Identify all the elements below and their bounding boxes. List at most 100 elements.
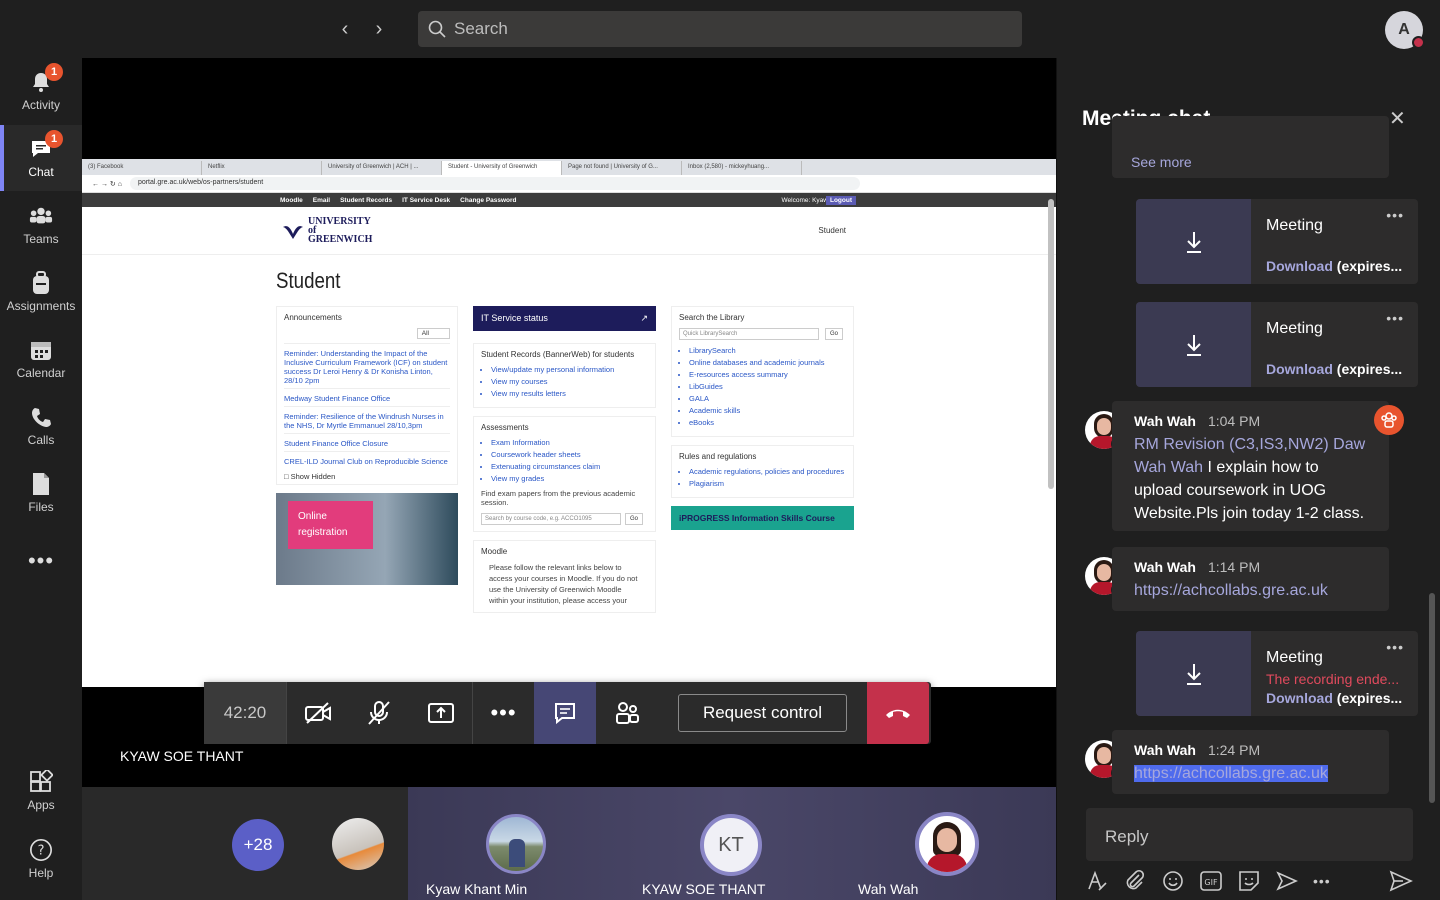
forward-button[interactable]: › (367, 16, 391, 42)
assessments-search-field: Search by course code, e.g. ACCO1095 (481, 513, 621, 525)
rail-label: Calendar (16, 365, 66, 380)
recording-card[interactable]: Meeting Download (expires... ••• (1136, 302, 1418, 387)
show-conversation-button[interactable] (534, 682, 596, 744)
show-hidden-label: Show Hidden (290, 472, 336, 481)
assessments-search: Search by course code, e.g. ACCO1095 Go (481, 513, 648, 525)
portal-menu-item: Email (312, 196, 331, 204)
browser-tabstrip: (3) Facebook Netflix University of Green… (82, 159, 1056, 175)
browser-tab: Inbox (2,580) - mickeyhuang... (682, 161, 802, 175)
rail-calendar[interactable]: Calendar (0, 326, 82, 392)
rail-label: Apps (27, 797, 55, 812)
message-time: 1:04 PM (1207, 413, 1261, 429)
request-control-button[interactable]: Request control (678, 694, 847, 732)
search-box[interactable]: Search (418, 11, 1022, 47)
chat-scrollbar[interactable] (1429, 593, 1435, 803)
message-header: Wah Wah 1:24 PM (1134, 742, 1369, 758)
rail-chat[interactable]: 1 Chat (0, 125, 82, 191)
rail-more[interactable]: ••• (0, 528, 82, 594)
attach-icon[interactable] (1123, 869, 1147, 893)
records-card: Student Records (BannerWeb) for students… (473, 343, 656, 408)
back-button[interactable]: ‹ (333, 16, 357, 42)
more-participants-button[interactable]: +28 (232, 819, 284, 871)
reply-input[interactable]: Reply (1086, 808, 1413, 861)
portal-menu-item: Moodle (280, 196, 303, 204)
library-link: Academic skills (689, 406, 846, 415)
rail-teams[interactable]: Teams (0, 192, 82, 258)
portal-menu-item: Change Password (460, 196, 517, 204)
rail-files[interactable]: Files (0, 460, 82, 526)
format-icon[interactable] (1085, 869, 1109, 893)
sticker-icon[interactable] (1237, 869, 1261, 893)
camera-off-button[interactable] (286, 682, 348, 744)
hang-up-icon (886, 709, 910, 718)
download-link[interactable]: Download (1266, 258, 1333, 274)
message-body: RM Revision (C3,IS3,NW2) Daw Wah Wah I e… (1134, 433, 1369, 525)
recording-expiry: (expires... (1336, 361, 1403, 377)
library-link: eBooks (689, 418, 846, 427)
hang-up-button[interactable] (867, 682, 929, 744)
recording-card[interactable]: Meeting The recording ende... Download (… (1136, 631, 1418, 716)
presenter-name: KYAW SOE THANT (120, 748, 244, 764)
recording-title: Meeting (1266, 217, 1323, 234)
announcement-link: Reminder: Resilience of the Windrush Nur… (284, 406, 450, 430)
rail-apps[interactable]: Apps (0, 758, 82, 824)
rail-label: Assignments (6, 298, 76, 313)
external-link-icon: ↗ (640, 313, 648, 323)
rules-title: Rules and regulations (679, 452, 757, 461)
chat-badge: 1 (45, 129, 63, 148)
send-icon[interactable] (1389, 870, 1413, 897)
recording-card[interactable]: Meeting Download (expires... ••• (1136, 199, 1418, 284)
rail-label: Chat (28, 164, 54, 179)
participant-name: KYAW SOE THANT (642, 881, 766, 897)
announcement-link: Reminder: Understanding the Impact of th… (284, 343, 450, 385)
message-author: Wah Wah (1134, 559, 1196, 575)
announcements-filter-value: All (416, 328, 450, 339)
more-options-icon[interactable]: ••• (1386, 310, 1404, 326)
message-link[interactable]: https://achcollabs.gre.ac.uk (1134, 579, 1369, 602)
recording-download-row: Download (expires... (1266, 690, 1402, 706)
show-participants-button[interactable] (596, 682, 658, 744)
message-link[interactable]: https://achcollabs.gre.ac.uk (1134, 765, 1328, 782)
rail-calls[interactable]: Calls (0, 393, 82, 459)
library-title: Search the Library (679, 313, 745, 322)
more-options-icon[interactable]: ••• (1386, 639, 1404, 655)
close-icon[interactable]: ✕ (1389, 106, 1406, 131)
praise-icon[interactable] (1275, 869, 1299, 893)
mic-off-button[interactable] (348, 682, 410, 744)
rail-help[interactable]: ? Help (0, 826, 82, 892)
assessments-text: Find exam papers from the previous acade… (481, 489, 636, 507)
participant-avatar (332, 818, 384, 870)
see-more-link[interactable]: See more (1131, 154, 1192, 170)
records-link: View my results letters (491, 389, 648, 398)
university-logo: UNIVERSITY of GREENWICH (282, 217, 378, 245)
announcements-title: Announcements (284, 313, 342, 322)
more-icon[interactable]: ••• (1313, 873, 1331, 889)
more-options-icon[interactable]: ••• (1386, 207, 1404, 223)
emoji-icon[interactable] (1161, 869, 1185, 893)
svg-text:GIF: GIF (1204, 878, 1218, 887)
assessments-card: Assessments Exam Information Coursework … (473, 416, 656, 532)
assessments-link: View my grades (491, 474, 648, 483)
portal-logout: Logout (825, 195, 856, 205)
account-avatar[interactable]: A (1385, 11, 1425, 49)
portal-col-1: Announcements All Reminder: Understandin… (276, 306, 458, 585)
download-link[interactable]: Download (1266, 690, 1333, 706)
rail-assignments[interactable]: Assignments (0, 259, 82, 325)
message-header: Wah Wah 1:14 PM (1134, 559, 1369, 575)
rules-link: Plagiarism (689, 479, 846, 488)
download-link[interactable]: Download (1266, 361, 1333, 377)
online-registration-label: Online registration (288, 501, 373, 549)
assessments-link: Extenuating circumstances claim (491, 462, 648, 471)
share-screen-button[interactable] (410, 682, 472, 744)
rail-activity[interactable]: 1 Activity (0, 58, 82, 124)
library-link: E-resources access summary (689, 370, 846, 379)
announcements-card: Announcements All Reminder: Understandin… (276, 306, 458, 485)
portal-header-label: Student (818, 226, 846, 235)
more-actions-button[interactable]: ••• (472, 682, 534, 744)
rules-link: Academic regulations, policies and proce… (689, 467, 846, 476)
browser-nav-icons: ← → ↻ ⌂ (92, 180, 122, 188)
message-time: 1:24 PM (1207, 742, 1261, 758)
portal-welcome: Welcome: Kyaw (781, 196, 828, 204)
gif-icon[interactable]: GIF (1199, 869, 1223, 893)
camera-off-icon (304, 702, 331, 724)
